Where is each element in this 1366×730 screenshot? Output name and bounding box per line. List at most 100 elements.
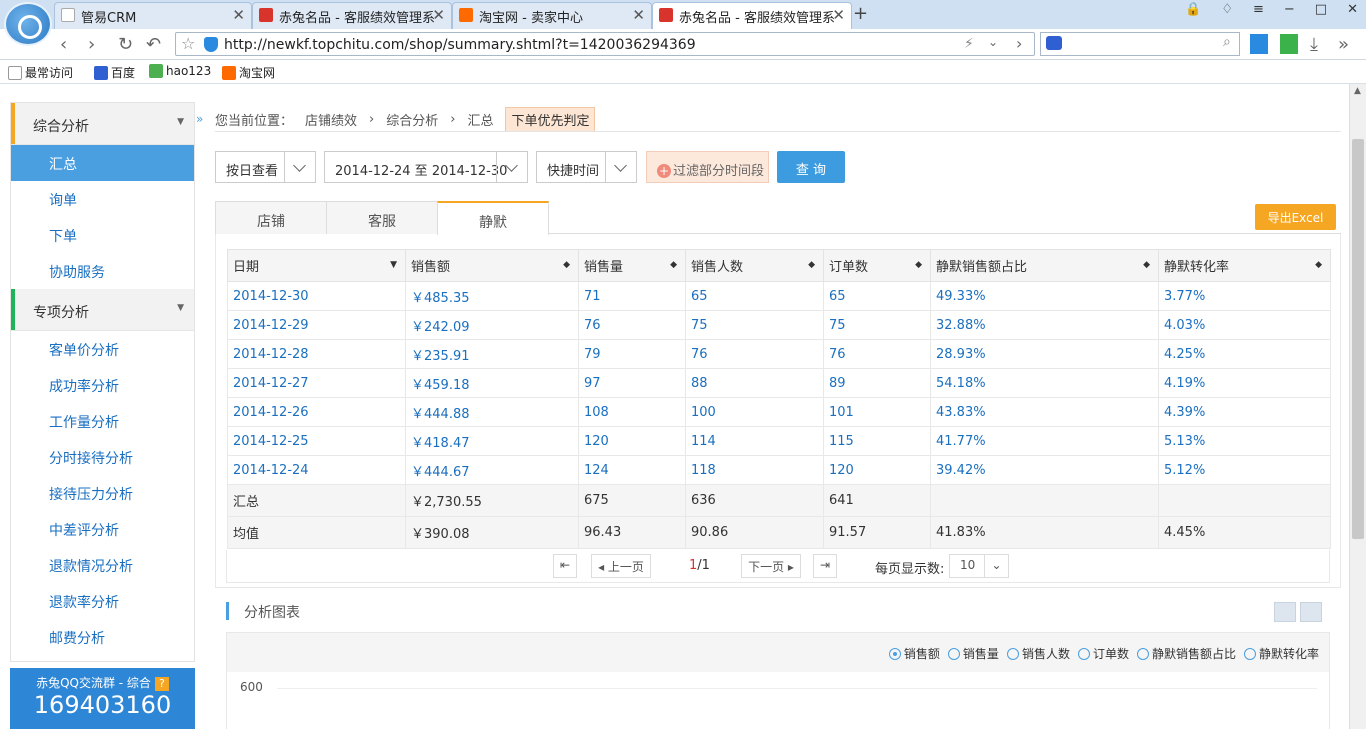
table-cell[interactable]: 2014-12-29 xyxy=(227,310,406,340)
table-cell[interactable]: 2014-12-27 xyxy=(227,368,406,398)
metric-radio[interactable]: 销售额 xyxy=(888,645,940,662)
table-cell[interactable]: 101 xyxy=(823,397,931,427)
sidebar-item-order[interactable]: 下单 xyxy=(11,217,194,253)
close-tab-icon[interactable]: ✕ xyxy=(832,6,845,24)
sidebar-item-hourly[interactable]: 分时接待分析 xyxy=(11,439,194,475)
radio-icon[interactable] xyxy=(947,647,960,660)
download-icon[interactable]: ⤓ xyxy=(1310,34,1318,55)
star-icon[interactable]: ☆ xyxy=(181,34,195,53)
browser-tab[interactable]: 管易CRM ✕ xyxy=(54,2,252,29)
radio-icon[interactable] xyxy=(1243,647,1256,660)
table-cell[interactable]: 76 xyxy=(578,310,686,340)
column-header-orders[interactable]: 订单数 ◆ xyxy=(823,249,931,282)
share-icon[interactable] xyxy=(1250,34,1268,54)
table-cell[interactable]: 5.12% xyxy=(1158,455,1331,485)
browser-tab[interactable]: 淘宝网 - 卖家中心 ✕ xyxy=(452,2,652,29)
next-page-button[interactable]: 下一页 ▸ xyxy=(741,554,801,578)
column-header-silent-share[interactable]: 静默销售额占比 ◆ xyxy=(930,249,1159,282)
close-tab-icon[interactable]: ✕ xyxy=(632,6,645,24)
minimize-icon[interactable]: − xyxy=(1284,2,1295,17)
bar-chart-icon[interactable] xyxy=(1300,602,1322,622)
scrollbar-thumb[interactable] xyxy=(1352,139,1364,539)
bookmark-item[interactable]: hao123 xyxy=(149,64,211,78)
sidebar-item-bad-reviews[interactable]: 中差评分析 xyxy=(11,511,194,547)
table-cell[interactable]: 76 xyxy=(685,339,824,369)
sidebar-section-comprehensive[interactable]: 综合分析 ▼ xyxy=(11,103,194,145)
table-cell[interactable]: 4.19% xyxy=(1158,368,1331,398)
column-header-sales[interactable]: 销售额 ◆ xyxy=(405,249,579,282)
table-cell[interactable]: 89 xyxy=(823,368,931,398)
table-cell[interactable]: 71 xyxy=(578,281,686,311)
table-cell[interactable]: 28.93% xyxy=(930,339,1159,369)
dropdown-icon[interactable]: ⌄ xyxy=(988,35,998,49)
table-cell[interactable]: 49.33% xyxy=(930,281,1159,311)
table-cell[interactable]: 75 xyxy=(823,310,931,340)
table-cell[interactable]: 2014-12-26 xyxy=(227,397,406,427)
breadcrumb-item[interactable]: 综合分析 xyxy=(386,110,438,129)
radio-icon[interactable] xyxy=(1077,647,1090,660)
column-header-buyers[interactable]: 销售人数 ◆ xyxy=(685,249,824,282)
tab-shop[interactable]: 店铺 xyxy=(215,201,327,234)
tab-service[interactable]: 客服 xyxy=(326,201,438,234)
maximize-icon[interactable]: □ xyxy=(1315,2,1327,17)
view-mode-select[interactable]: 按日查看 xyxy=(215,151,316,183)
quick-time-select[interactable]: 快捷时间 xyxy=(536,151,637,183)
table-cell[interactable]: 76 xyxy=(823,339,931,369)
table-cell[interactable]: 41.77% xyxy=(930,426,1159,456)
table-cell[interactable]: 79 xyxy=(578,339,686,369)
back-icon[interactable]: ‹ xyxy=(60,34,67,55)
collapse-sidebar-icon[interactable]: » xyxy=(196,112,203,126)
column-header-date[interactable]: 日期 ▼ xyxy=(227,249,406,282)
sidebar-section-special[interactable]: 专项分析 ▼ xyxy=(11,289,194,331)
exclude-time-button[interactable]: + 过滤部分时间段 xyxy=(646,151,769,183)
table-cell[interactable]: 118 xyxy=(685,455,824,485)
lock-icon[interactable]: 🔒 xyxy=(1185,2,1201,17)
sidebar-item-assist[interactable]: 协助服务 xyxy=(11,253,194,289)
sidebar-item-refund[interactable]: 退款情况分析 xyxy=(11,547,194,583)
per-page-select[interactable]: 10 ⌄ xyxy=(949,554,1009,578)
table-cell[interactable]: 4.25% xyxy=(1158,339,1331,369)
bookmark-item[interactable]: 最常访问 xyxy=(8,64,73,81)
table-cell[interactable]: 65 xyxy=(685,281,824,311)
sidebar-item-refund-rate[interactable]: 退款率分析 xyxy=(11,583,194,619)
metric-radio[interactable]: 静默转化率 xyxy=(1243,645,1319,662)
search-bar[interactable]: ⌕ xyxy=(1040,32,1240,56)
table-cell[interactable]: 43.83% xyxy=(930,397,1159,427)
close-tab-icon[interactable]: ✕ xyxy=(232,6,245,24)
breadcrumb-item[interactable]: 店铺绩效 xyxy=(305,110,357,129)
table-cell[interactable]: 2014-12-25 xyxy=(227,426,406,456)
radio-icon[interactable] xyxy=(1136,647,1149,660)
table-cell[interactable]: 114 xyxy=(685,426,824,456)
table-cell[interactable]: 54.18% xyxy=(930,368,1159,398)
table-cell[interactable]: ￥485.35 xyxy=(405,281,579,311)
screenshot-icon[interactable] xyxy=(1280,34,1298,54)
metric-radio[interactable]: 静默销售额占比 xyxy=(1136,645,1236,662)
column-header-silent-conversion[interactable]: 静默转化率 ◆ xyxy=(1158,249,1331,282)
table-cell[interactable]: 120 xyxy=(578,426,686,456)
close-tab-icon[interactable]: ✕ xyxy=(432,6,445,24)
menu-icon[interactable]: ≡ xyxy=(1253,2,1264,17)
table-cell[interactable]: 2014-12-30 xyxy=(227,281,406,311)
table-cell[interactable]: 100 xyxy=(685,397,824,427)
qq-group-banner[interactable]: 赤兔QQ交流群 - 综合? 169403160 xyxy=(10,668,195,729)
page-scrollbar[interactable]: ▲ xyxy=(1349,84,1366,729)
last-page-icon[interactable]: ⇥ xyxy=(813,554,837,578)
scroll-up-icon[interactable]: ▲ xyxy=(1354,86,1361,96)
table-cell[interactable]: ￥242.09 xyxy=(405,310,579,340)
forward-icon[interactable]: › xyxy=(88,34,95,55)
close-window-icon[interactable]: ✕ xyxy=(1347,2,1358,17)
table-cell[interactable]: 32.88% xyxy=(930,310,1159,340)
table-cell[interactable]: 4.03% xyxy=(1158,310,1331,340)
sidebar-item-unit-price[interactable]: 客单价分析 xyxy=(11,331,194,367)
table-cell[interactable]: 4.39% xyxy=(1158,397,1331,427)
sidebar-item-summary[interactable]: 汇总 xyxy=(11,145,194,181)
sidebar-item-inquiry[interactable]: 询单 xyxy=(11,181,194,217)
column-header-quantity[interactable]: 销售量 ◆ xyxy=(578,249,686,282)
radio-icon[interactable] xyxy=(888,647,901,660)
table-cell[interactable]: 2014-12-24 xyxy=(227,455,406,485)
table-cell[interactable]: 124 xyxy=(578,455,686,485)
more-icon[interactable]: » xyxy=(1338,34,1349,55)
table-cell[interactable]: ￥459.18 xyxy=(405,368,579,398)
table-cell[interactable]: ￥235.91 xyxy=(405,339,579,369)
first-page-icon[interactable]: ⇤ xyxy=(553,554,577,578)
